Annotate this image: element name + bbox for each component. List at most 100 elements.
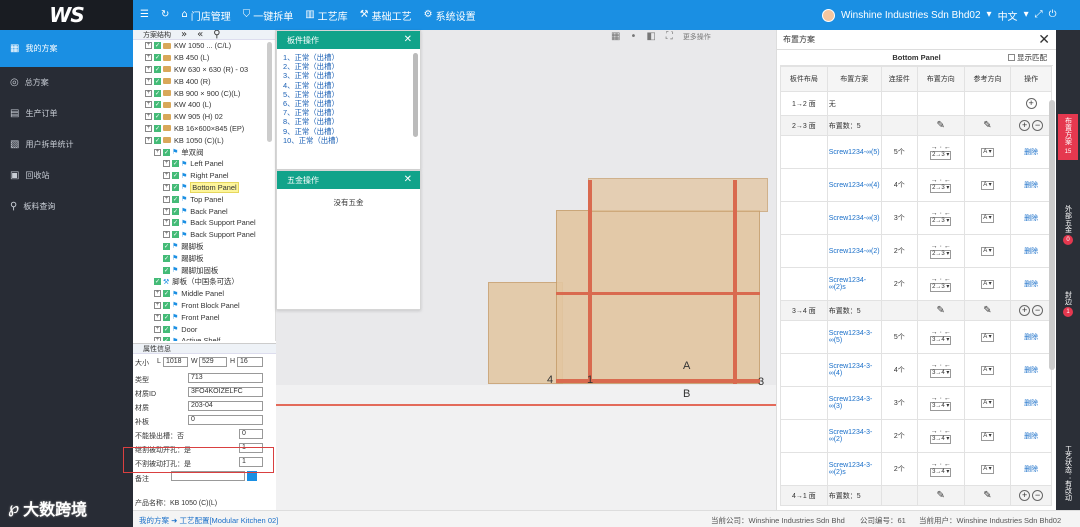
panel-op-item[interactable]: 9、正常（出槽） (277, 127, 420, 136)
delete-link[interactable]: 删除 (1010, 201, 1052, 235)
expand-toggle[interactable]: + (154, 148, 161, 156)
delete-link[interactable]: 删除 (1010, 353, 1052, 387)
sidebar-item-0[interactable]: ▦ 我的方案 (0, 30, 133, 67)
right-tab-0[interactable]: 布置方案 15 (1058, 114, 1078, 160)
tree-row[interactable]: ✓ ⚑ 踢脚板 (133, 241, 275, 253)
remove-icon[interactable]: − (1032, 305, 1044, 316)
tree-row[interactable]: + ✓ ⚑ Door (133, 323, 275, 335)
expand-toggle[interactable]: + (163, 219, 170, 227)
panel-op-item[interactable]: 10、正常（出槽） (277, 136, 420, 145)
tree-row[interactable]: + ✓ ⚑ Front Panel (133, 311, 275, 323)
group-face[interactable]: 2→3 面 (780, 115, 828, 136)
scheme-link[interactable]: Screw1234-3-∞(3) (826, 386, 882, 420)
direction-select[interactable]: 2→3 ▾ (930, 250, 952, 259)
scheme-link[interactable]: Screw1234-∞(2)s (826, 267, 882, 301)
direction-select[interactable]: 2→3 ▾ (930, 184, 952, 193)
search-icon[interactable]: ⚲ (213, 30, 220, 40)
nav-item-4[interactable]: ▥ 工艺库 (305, 8, 347, 23)
panel-op-item[interactable]: 8、正常（出槽） (277, 117, 420, 126)
direction-select[interactable]: 3→4 ▾ (930, 468, 952, 477)
tree-row[interactable]: + ✓ KW 1050 ... (C/L) (133, 40, 275, 52)
add-icon[interactable]: + (1025, 98, 1037, 109)
breadcrumb[interactable]: 我的方案 ➜ 工艺配置[Modular Kitchen 02] (139, 515, 278, 526)
edit-icon[interactable]: ✎ (937, 490, 945, 501)
material-id-field[interactable]: 3FO4KOIZELFC (188, 387, 263, 397)
width-field[interactable]: 529 (199, 357, 227, 367)
expand-toggle[interactable]: + (145, 124, 152, 132)
tree-row[interactable]: ✓ ⚑ 踢脚加固板 (133, 264, 275, 276)
panel-op-item[interactable]: 4、正常（出槽） (277, 81, 420, 90)
edge-field[interactable]: 0 (188, 415, 263, 425)
delete-link[interactable]: 删除 (1010, 320, 1052, 354)
tree-row[interactable]: + ✓ KB 900 × 900 (C)(L) (133, 87, 275, 99)
panel-op-item[interactable]: 6、正常（出槽） (277, 99, 420, 108)
direction-select[interactable]: 2→3 ▾ (930, 151, 952, 160)
expand-toggle[interactable]: + (163, 231, 170, 239)
expand-toggle[interactable]: + (145, 77, 152, 85)
direction-select[interactable]: 2→3 ▾ (930, 283, 952, 292)
dot-icon[interactable]: • (630, 32, 636, 42)
direction-select[interactable]: 3→4 ▾ (930, 402, 952, 411)
cube-icon[interactable]: ◧ (646, 32, 655, 42)
cabinet-top[interactable] (588, 178, 768, 212)
scheme-link[interactable]: Screw1234-3-∞(2)s (826, 452, 882, 486)
edit-icon[interactable]: ✎ (937, 305, 945, 316)
tree-row[interactable]: + ✓ ⚑ Top Panel (133, 193, 275, 205)
tree-row[interactable]: + ✓ KW 905 (H) 02 (133, 111, 275, 123)
type-field[interactable]: 713 (188, 373, 263, 383)
expand-toggle[interactable]: + (154, 337, 161, 341)
tree-row[interactable]: + ✓ KW 630 × 630 (R) - 03 (133, 64, 275, 76)
tree-checkbox[interactable]: ✓ (154, 89, 161, 97)
tree-checkbox[interactable]: ✓ (163, 266, 170, 274)
expand-toggle[interactable]: + (163, 172, 170, 180)
tree-row[interactable]: + ✓ ⚑ Right Panel (133, 170, 275, 182)
edit-icon[interactable]: ✎ (983, 120, 991, 131)
tree-checkbox[interactable]: ✓ (172, 195, 179, 203)
expand-toggle[interactable]: + (163, 195, 170, 203)
scheme-link[interactable]: Screw1234-3-∞(2) (826, 419, 882, 453)
expand-toggle[interactable]: + (145, 136, 152, 144)
group-face[interactable]: 4→1 面 (780, 485, 828, 506)
tree-checkbox[interactable]: ✓ (154, 54, 161, 62)
company-name[interactable]: Winshine Industries Sdn Bhd02 (841, 10, 981, 21)
tree-row[interactable]: + ✓ ⚑ Bottom Panel (133, 181, 275, 194)
group-face[interactable]: 3→4 面 (780, 300, 828, 321)
tree-row[interactable]: + ✓ ⚑ Back Support Panel (133, 229, 275, 241)
option1-field[interactable]: 0 (239, 429, 263, 439)
expand-toggle[interactable]: + (154, 290, 161, 298)
delete-link[interactable]: 删除 (1010, 386, 1052, 420)
height-field[interactable]: 16 (237, 357, 263, 367)
delete-link[interactable]: 删除 (1010, 168, 1052, 202)
close-icon[interactable]: ✕ (404, 175, 412, 185)
remove-icon[interactable]: − (1032, 120, 1044, 131)
sidebar-item-5[interactable]: ⚲ 板料查询 (0, 191, 133, 222)
add-icon[interactable]: + (1019, 305, 1031, 316)
tree-checkbox[interactable]: ✓ (163, 337, 170, 341)
edit-icon[interactable]: ✎ (983, 305, 991, 316)
expand-toggle[interactable]: + (145, 101, 152, 109)
expand-toggle[interactable]: + (163, 183, 170, 191)
tree-row[interactable]: + ✓ ⚑ Back Panel (133, 205, 275, 217)
tree-row[interactable]: + ✓ KB 400 (R) (133, 75, 275, 87)
tree-row[interactable]: + ✓ KB 450 (L) (133, 52, 275, 64)
ref-select[interactable]: A ▾ (981, 180, 994, 190)
collapse-all-icon[interactable]: « (197, 30, 203, 40)
delete-link[interactable]: 删除 (1010, 135, 1052, 169)
panel-op-item[interactable]: 3、正常（出槽） (277, 71, 420, 80)
cabinet-large[interactable] (556, 210, 760, 384)
tree-row[interactable]: + ✓ ⚑ Middle Panel (133, 288, 275, 300)
tree-checkbox[interactable]: ✓ (172, 207, 179, 215)
edit-icon[interactable]: ✎ (983, 490, 991, 501)
tree-row[interactable]: + ✓ ⚑ Left Panel (133, 158, 275, 170)
delete-link[interactable]: 删除 (1010, 452, 1052, 486)
expand-toggle[interactable]: + (145, 54, 152, 62)
show-match-toggle[interactable]: 显示匹配 (1008, 52, 1047, 63)
close-icon[interactable]: ✕ (1038, 33, 1050, 47)
ref-select[interactable]: A ▾ (981, 213, 994, 223)
expand-toggle[interactable]: + (154, 301, 161, 309)
panel-op-item[interactable]: 7、正常（出槽） (277, 108, 420, 117)
tree-row[interactable]: + ✓ KW 400 (L) (133, 99, 275, 111)
add-icon[interactable]: + (1019, 120, 1031, 131)
layout-scrollbar[interactable] (1049, 100, 1055, 370)
sidebar-item-4[interactable]: ▣ 回收站 (0, 160, 133, 191)
